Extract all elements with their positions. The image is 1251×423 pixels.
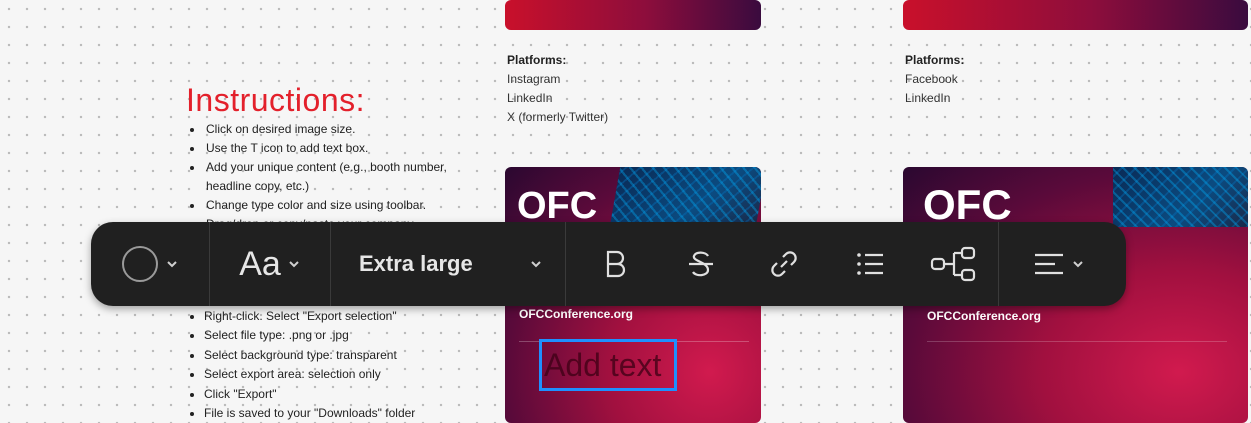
export-item: Select export area: selection only [204,365,486,384]
font-label: Aa [239,244,281,283]
export-list: Right-click. Select "Export selection" S… [186,307,486,423]
connector-button[interactable] [908,222,998,306]
instruction-item: Change type color and size using toolbar… [204,196,486,215]
platforms-right: Platforms: Facebook LinkedIn [905,51,964,108]
text-formatting-toolbar: Aa Extra large [91,222,1126,306]
chevron-down-icon [289,261,299,268]
text-align-button[interactable] [999,222,1119,306]
circuit-image [609,167,761,227]
divider [927,341,1227,342]
instruction-item: Use the T icon to add text box. [204,139,486,158]
chevron-down-icon [1073,261,1083,268]
bulleted-list-button[interactable] [832,222,908,306]
bulleted-list-icon [857,253,883,275]
instruction-item: Click on desired image size. [204,120,486,139]
platforms-heading: Platforms: [507,53,567,67]
export-item: Select background type: transparent [204,346,486,365]
export-item: Select file type: .png or .jpg [204,326,486,345]
instructions-panel: Instructions: Click on desired image siz… [186,82,486,234]
platform-item: Instagram [507,72,561,86]
conference-url: OFCConference.org [927,309,1042,323]
instructions-title: Instructions: [186,82,366,118]
bold-icon [606,250,626,278]
platform-item: LinkedIn [507,91,553,105]
platform-item: Facebook [905,72,958,86]
font-family-button[interactable]: Aa [210,222,330,306]
export-item: Right-click. Select "Export selection" [204,307,486,326]
add-text-box[interactable]: Add text [539,339,677,391]
chevron-down-icon [531,261,541,268]
circuit-image [1113,167,1248,227]
image-frame-top-right[interactable] [903,0,1248,30]
align-left-icon [1035,253,1063,275]
platform-item: LinkedIn [905,91,951,105]
platforms-left: Platforms: Instagram LinkedIn X (formerl… [507,51,608,127]
strikethrough-icon [689,251,713,277]
instruction-item: Add your unique content (e.g., booth num… [204,158,486,196]
instructions-list: Click on desired image size. Use the T i… [186,120,486,234]
connector-icon [930,246,976,282]
link-icon [771,251,797,277]
platforms-heading: Platforms: [905,53,965,67]
export-item: Click "Export" [204,385,486,404]
export-instructions: Right-click. Select "Export selection" S… [186,307,486,423]
link-button[interactable] [736,222,832,306]
bold-button[interactable] [566,222,666,306]
strikethrough-button[interactable] [666,222,736,306]
conference-url: OFCConference.org [519,307,634,321]
color-picker-button[interactable] [91,222,209,306]
font-size-dropdown[interactable]: Extra large [331,222,565,306]
font-size-label: Extra large [359,251,473,276]
image-frame-top-left[interactable] [505,0,761,30]
export-item: File is saved to your "Downloads" folder [204,404,486,423]
circle-color-icon [122,246,158,282]
platform-item: X (formerly Twitter) [507,110,609,124]
chevron-down-icon [167,261,177,268]
